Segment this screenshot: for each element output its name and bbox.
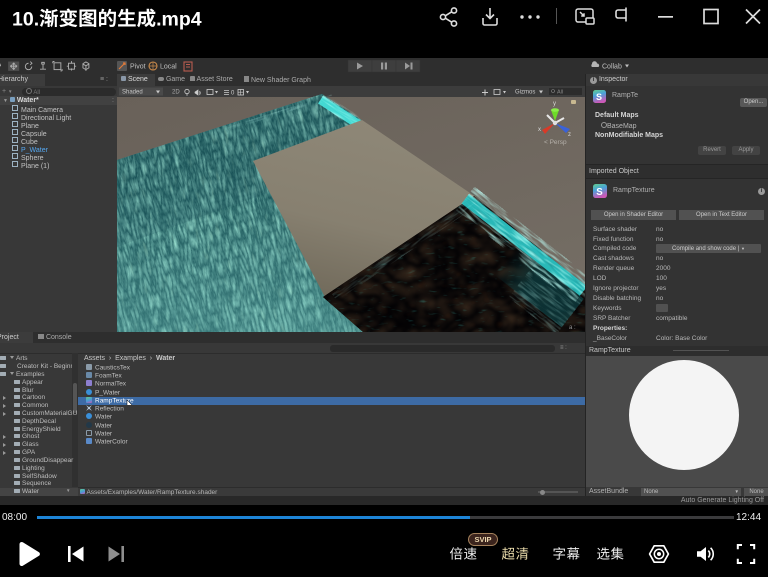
svg-text:< Persp: < Persp [544, 139, 567, 146]
svg-text:S: S [596, 187, 603, 198]
svg-text:All: All [557, 90, 563, 96]
svg-text:Gizmos: Gizmos [515, 90, 535, 96]
svg-text:S: S [596, 92, 602, 102]
svg-text:.mp4: .mp4 [156, 8, 202, 30]
svg-text:a :: a : [569, 325, 576, 331]
svg-text:10.: 10. [12, 8, 39, 30]
svg-text:Collab: Collab [602, 64, 622, 71]
svg-text:x: x [538, 127, 541, 133]
svg-text:2D: 2D [172, 90, 180, 96]
svg-text:Pivot: Pivot [130, 64, 146, 71]
svg-text:Local: Local [160, 64, 177, 71]
svg-text:y: y [553, 101, 556, 107]
svg-text:Shaded: Shaded [122, 90, 143, 96]
svg-text:z: z [568, 132, 571, 138]
